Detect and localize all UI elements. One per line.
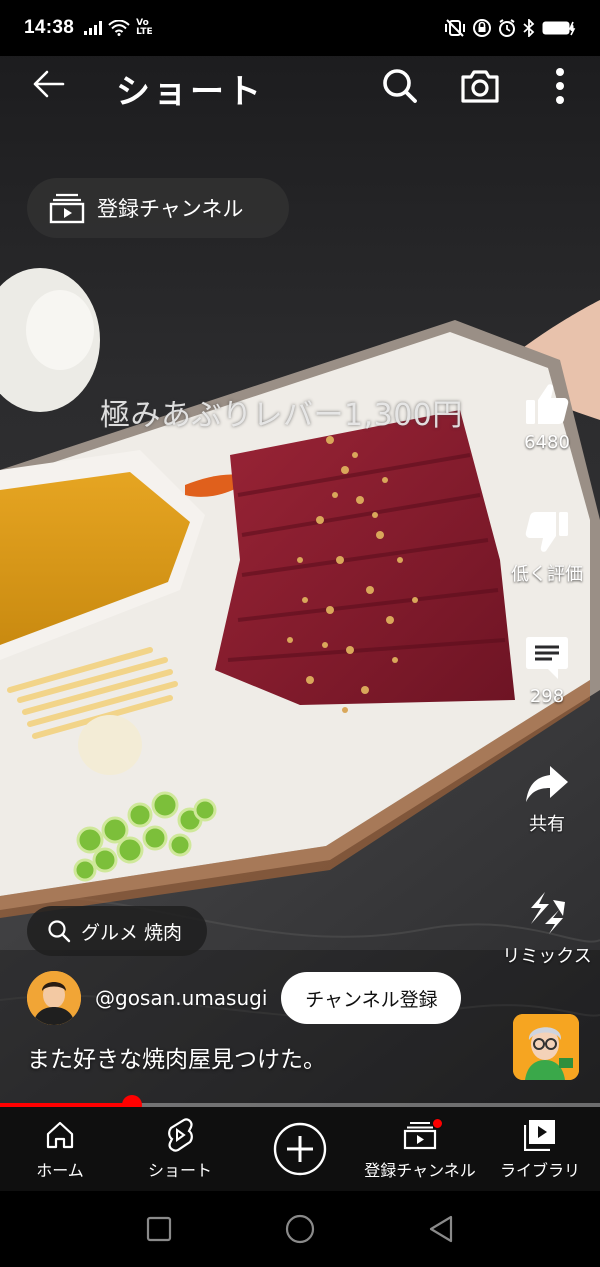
arrow-left-icon: [33, 70, 65, 98]
share-label: 共有: [529, 814, 565, 835]
subscribe-button[interactable]: チャンネル登録: [281, 972, 462, 1024]
remix-icon: [531, 892, 565, 934]
dislike-label: 低く評価: [511, 564, 583, 585]
nav-item-create[interactable]: [240, 1107, 360, 1191]
like-button[interactable]: 6480: [492, 382, 600, 453]
vibrate-mute-icon: [445, 19, 465, 37]
video-title[interactable]: また好きな焼肉屋見つけた。: [27, 1040, 326, 1074]
related-search-label: グルメ 焼肉: [81, 921, 183, 944]
like-count: 6480: [524, 432, 570, 453]
camera-button[interactable]: [458, 64, 502, 108]
battery-charging-icon: [542, 21, 576, 36]
sound-avatar-icon: [513, 1014, 579, 1080]
shorts-header: ショート: [0, 56, 600, 120]
bottom-navigation: ホーム ショート 登録チャンネル ライブラリ: [0, 1107, 600, 1191]
remix-button[interactable]: リミックス: [492, 890, 600, 968]
wifi-icon: [108, 20, 130, 36]
channel-handle[interactable]: @gosan.umasugi: [95, 986, 267, 1010]
system-navigation-bar: [0, 1191, 600, 1267]
comments-button[interactable]: 298: [492, 636, 600, 707]
comment-count: 298: [529, 686, 565, 707]
share-arrow-icon: [526, 766, 568, 802]
back-button[interactable]: [26, 62, 70, 106]
subscriptions-icon: [49, 193, 85, 224]
search-icon: [48, 920, 71, 943]
video-overlay-caption: 極みあぶりレバー1,300円: [100, 398, 463, 433]
signal-icon: [84, 21, 103, 35]
more-options-button[interactable]: [538, 64, 582, 108]
channel-avatar[interactable]: [27, 971, 81, 1025]
related-search-chip[interactable]: グルメ 焼肉: [27, 906, 207, 956]
volte-label: Vo LTE: [136, 18, 153, 37]
recents-button[interactable]: [146, 1216, 172, 1242]
lock-icon: [473, 19, 491, 37]
remix-label: リミックス: [502, 946, 592, 967]
status-time: 14:38: [24, 17, 75, 38]
nav-label-home: ホーム: [36, 1160, 84, 1180]
alarm-icon: [499, 19, 515, 37]
dislike-button[interactable]: 低く評価: [492, 510, 600, 586]
subscriptions-notification-dot: [432, 1117, 443, 1129]
page-title: ショート: [116, 72, 264, 112]
search-button[interactable]: [378, 64, 422, 108]
subscriptions-chip-label: 登録チャンネル: [97, 197, 244, 221]
back-system-button[interactable]: [428, 1215, 454, 1243]
thumbs-down-icon: [525, 512, 568, 552]
shorts-icon: [168, 1117, 193, 1152]
comment-icon: [526, 637, 568, 679]
nav-item-subscriptions[interactable]: 登録チャンネル: [360, 1107, 480, 1191]
share-button[interactable]: 共有: [492, 764, 600, 836]
nav-item-library[interactable]: ライブラリ: [480, 1107, 600, 1191]
subscriptions-feed-chip[interactable]: 登録チャンネル: [27, 178, 289, 238]
thumbs-up-icon: [526, 384, 569, 424]
nav-label-shorts: ショート: [147, 1160, 212, 1180]
status-bar: 14:38 Vo LTE: [0, 0, 600, 56]
bluetooth-icon: [523, 19, 535, 37]
search-icon: [383, 69, 417, 103]
nav-item-shorts[interactable]: ショート: [120, 1107, 240, 1191]
nav-item-home[interactable]: ホーム: [0, 1107, 120, 1191]
nav-label-library: ライブラリ: [499, 1160, 580, 1180]
home-icon: [46, 1121, 74, 1148]
channel-row: @gosan.umasugi チャンネル登録: [27, 970, 462, 1026]
avatar-image: [27, 971, 81, 1025]
home-system-button[interactable]: [284, 1213, 316, 1245]
camera-icon: [461, 70, 499, 103]
create-plus-icon: [273, 1122, 327, 1176]
more-vert-icon: [556, 68, 564, 104]
sound-thumbnail[interactable]: [513, 1014, 579, 1080]
library-icon: [524, 1119, 555, 1151]
nav-label-subscriptions: 登録チャンネル: [364, 1160, 476, 1180]
